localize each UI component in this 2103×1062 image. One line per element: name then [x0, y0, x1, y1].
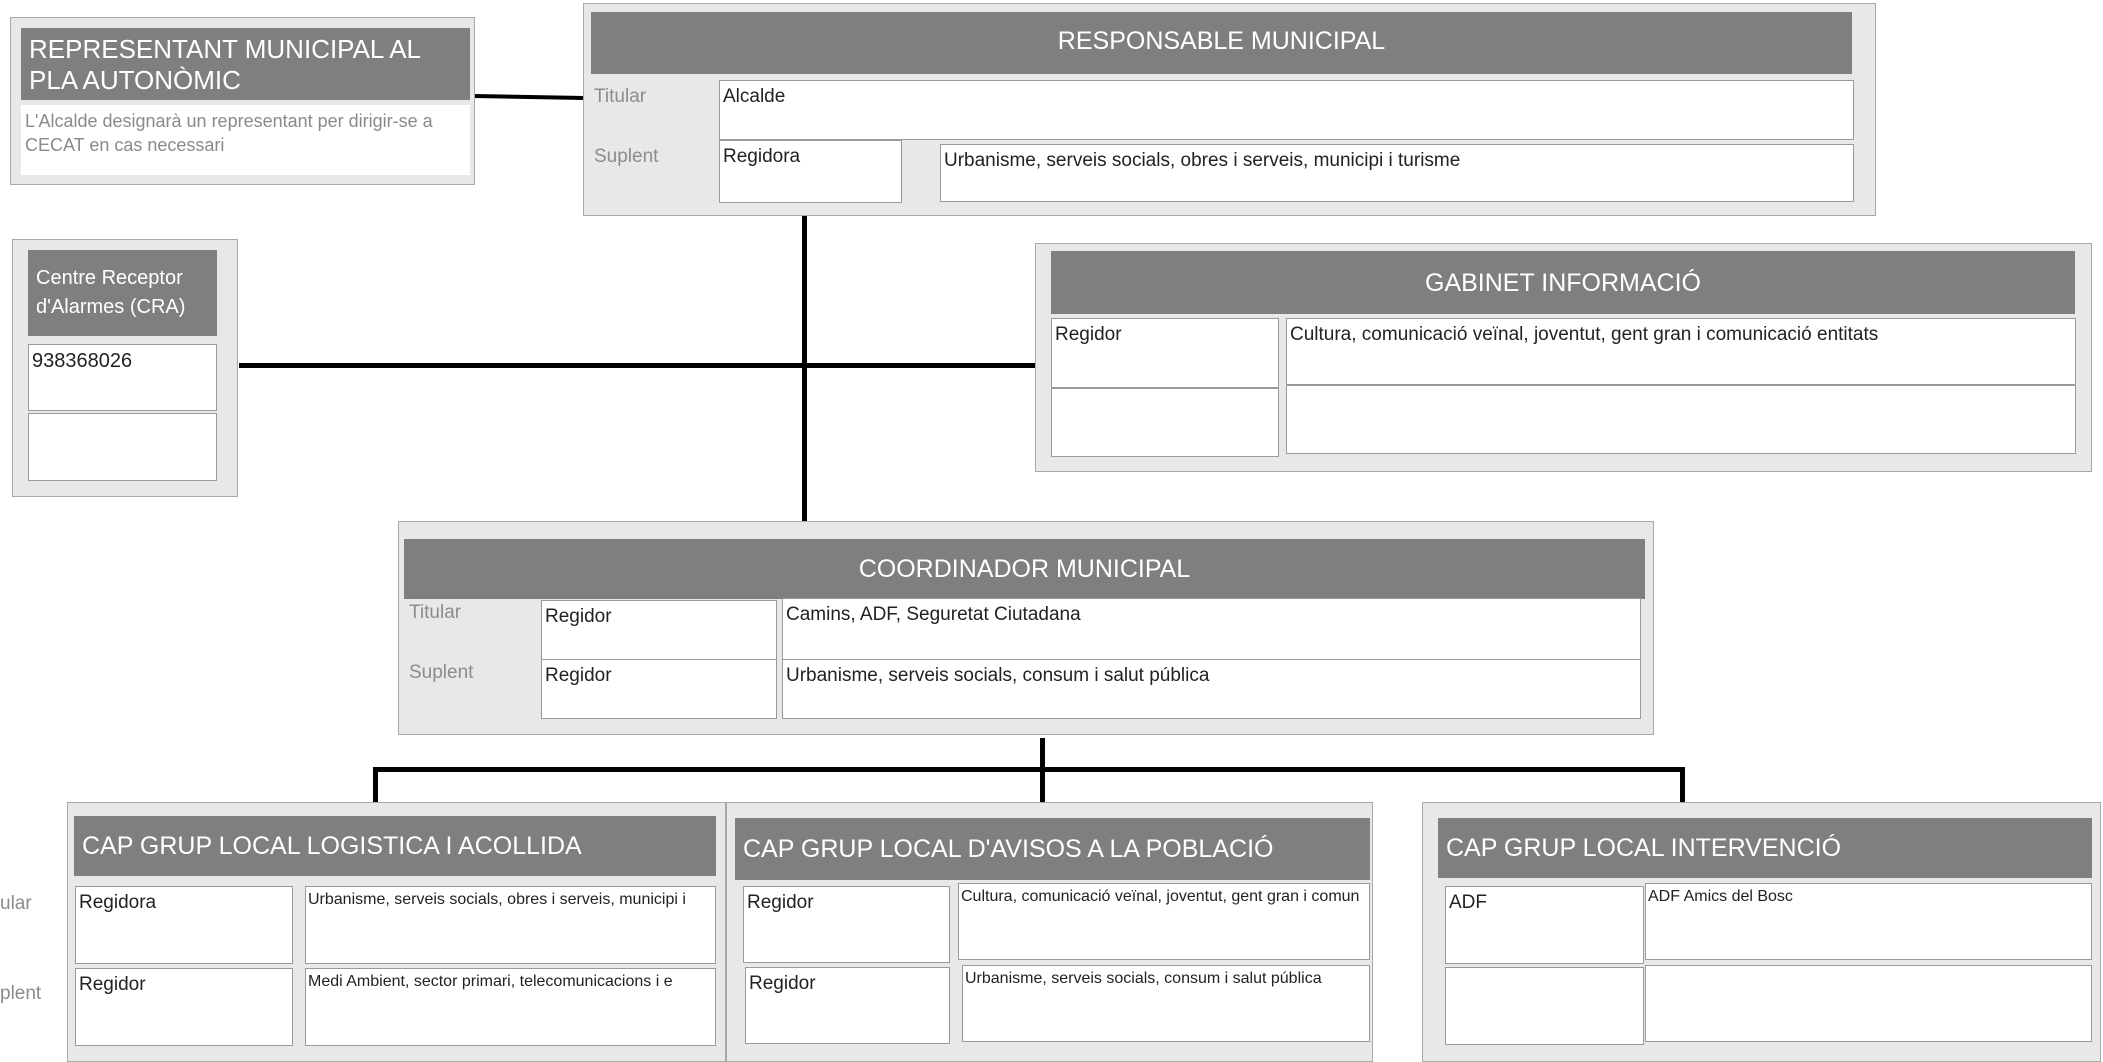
intervencio-titular-role: ADF — [1445, 886, 1644, 964]
avisos-suplent-area: Urbanisme, serveis socials, consum i sal… — [962, 965, 1370, 1042]
representant-title: REPRESENTANT MUNICIPAL AL PLA AUTONÒMIC — [21, 28, 470, 100]
cra-title: Centre Receptor d'Alarmes (CRA) — [28, 250, 217, 336]
gabinet-area-2 — [1286, 385, 2076, 454]
responsable-titular-label: Titular — [594, 86, 647, 107]
side-suplent-label: plent — [0, 983, 42, 1004]
gabinet-role: Regidor — [1051, 318, 1279, 388]
avisos-panel: CAP GRUP LOCAL D'AVISOS A LA POBLACIÓ Re… — [726, 802, 1373, 1062]
logistica-titular-area: Urbanisme, serveis socials, obres i serv… — [305, 886, 716, 964]
coordinador-suplent-role: Regidor — [541, 659, 777, 719]
gabinet-title: GABINET INFORMACIÓ — [1051, 251, 2075, 314]
coordinador-titular-role: Regidor — [541, 600, 777, 661]
responsable-title: RESPONSABLE MUNICIPAL — [591, 12, 1852, 74]
responsable-suplent-label: Suplent — [594, 146, 659, 167]
logistica-suplent-area: Medi Ambient, sector primari, telecomuni… — [305, 968, 716, 1046]
avisos-suplent-role: Regidor — [745, 967, 950, 1044]
responsable-titular-role: Alcalde — [719, 80, 1854, 140]
avisos-title: CAP GRUP LOCAL D'AVISOS A LA POBLACIÓ — [735, 818, 1370, 880]
connector-main-vertical — [802, 200, 807, 536]
connector-groups-horizontal — [373, 767, 1685, 772]
gabinet-panel: GABINET INFORMACIÓ Regidor Cultura, comu… — [1035, 243, 2092, 472]
coordinador-title: COORDINADOR MUNICIPAL — [404, 539, 1645, 599]
representant-note: L'Alcalde designarà un representant per … — [21, 105, 470, 175]
logistica-titular-role: Regidora — [75, 886, 293, 964]
cra-phone-2 — [28, 413, 217, 481]
logistica-panel: CAP GRUP LOCAL LOGISTICA I ACOLLIDA Regi… — [67, 802, 726, 1062]
coordinador-panel: COORDINADOR MUNICIPAL Titular Regidor Ca… — [398, 521, 1654, 735]
cra-panel: Centre Receptor d'Alarmes (CRA) 93836802… — [12, 239, 238, 497]
representant-panel: REPRESENTANT MUNICIPAL AL PLA AUTONÒMIC … — [10, 17, 475, 185]
coordinador-suplent-label: Suplent — [409, 662, 474, 683]
coordinador-titular-label: Titular — [409, 602, 462, 623]
logistica-title: CAP GRUP LOCAL LOGISTICA I ACOLLIDA — [74, 816, 716, 876]
avisos-titular-role: Regidor — [743, 886, 950, 963]
intervencio-panel: CAP GRUP LOCAL INTERVENCIÓ ADF ADF Amics… — [1422, 802, 2101, 1062]
intervencio-title: CAP GRUP LOCAL INTERVENCIÓ — [1438, 818, 2092, 878]
cra-phone: 938368026 — [28, 344, 217, 411]
intervencio-titular-area: ADF Amics del Bosc — [1645, 883, 2092, 960]
gabinet-area: Cultura, comunicació veïnal, joventut, g… — [1286, 318, 2076, 385]
responsable-suplent-role: Regidora — [719, 140, 902, 203]
coordinador-titular-area: Camins, ADF, Seguretat Ciutadana — [782, 598, 1641, 660]
responsable-panel: RESPONSABLE MUNICIPAL Titular Alcalde Su… — [583, 3, 1876, 216]
connector-representant-responsable — [473, 94, 585, 100]
logistica-suplent-role: Regidor — [75, 968, 293, 1046]
responsable-suplent-area: Urbanisme, serveis socials, obres i serv… — [940, 144, 1854, 202]
gabinet-role-2 — [1051, 388, 1279, 457]
connector-cra-gabinet — [239, 363, 1051, 368]
side-titular-label: ular — [0, 893, 32, 914]
intervencio-suplent-role — [1445, 967, 1644, 1045]
intervencio-suplent-area — [1645, 965, 2092, 1042]
coordinador-suplent-area: Urbanisme, serveis socials, consum i sal… — [782, 659, 1641, 719]
avisos-titular-area: Cultura, comunicació veïnal, joventut, g… — [958, 883, 1370, 960]
